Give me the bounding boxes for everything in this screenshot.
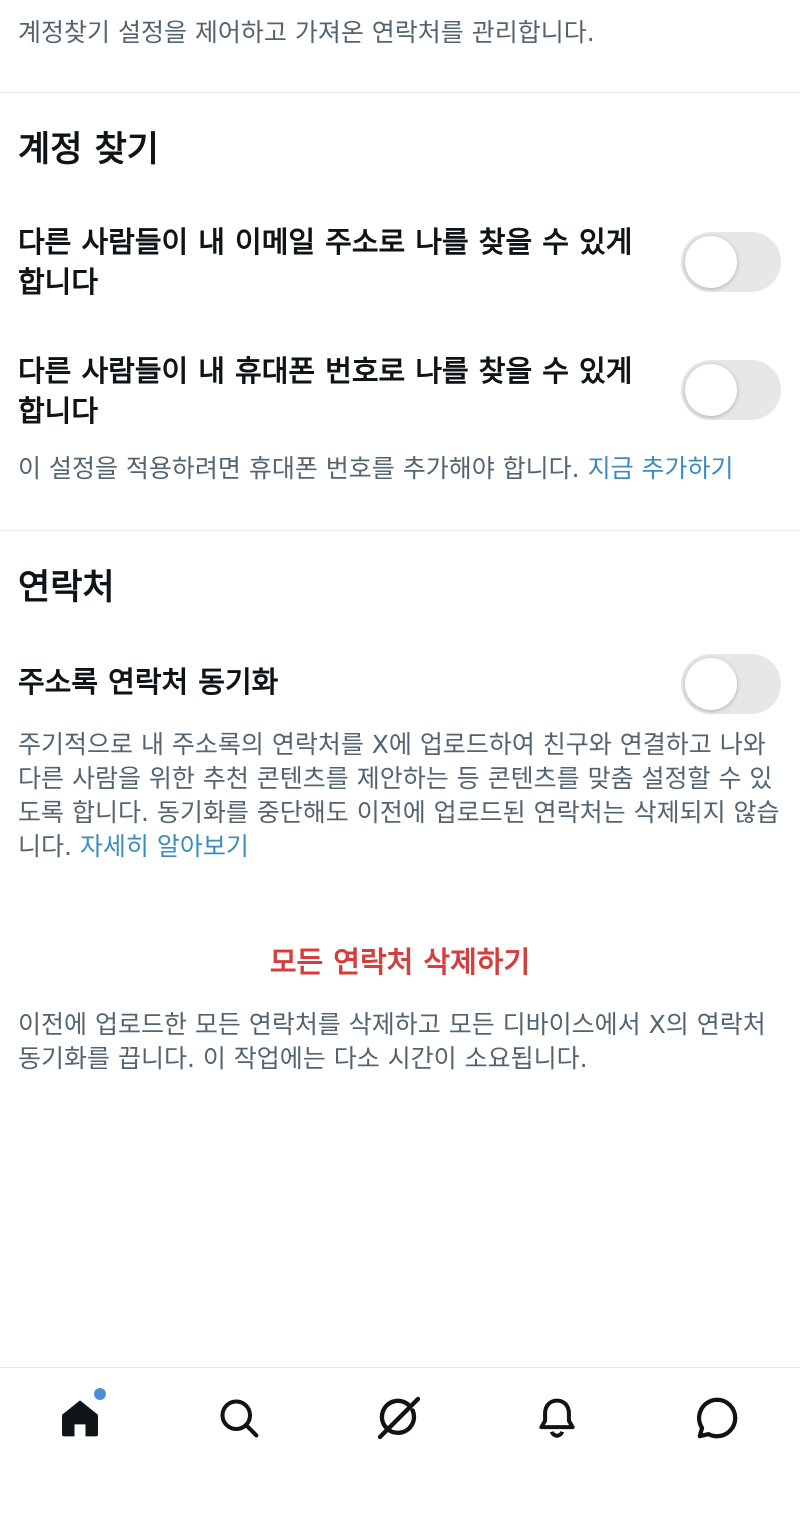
divider: [0, 92, 800, 93]
phone-help-text: 이 설정을 적용하려면 휴대폰 번호를 추가해야 합니다. 지금 추가하기: [18, 452, 782, 486]
phone-help-description: 이 설정을 적용하려면 휴대폰 번호를 추가해야 합니다.: [18, 454, 588, 483]
learn-more-link[interactable]: 자세히 알아보기: [80, 832, 249, 861]
phone-discoverability-label: 다른 사람들이 내 휴대폰 번호로 나를 찾을 수 있게 합니다: [18, 354, 633, 428]
nav-search[interactable]: [209, 1388, 269, 1448]
page-description: 계정찾기 설정을 제어하고 가져온 연락처를 관리합니다.: [18, 18, 595, 47]
add-phone-now-link[interactable]: 지금 추가하기: [588, 454, 734, 483]
notification-dot: [94, 1388, 106, 1400]
contact-sync-toggle[interactable]: [681, 654, 781, 714]
section-title-contacts: 연락처: [18, 568, 115, 608]
grok-icon: [377, 1396, 421, 1440]
nav-messages[interactable]: [687, 1388, 747, 1448]
nav-home[interactable]: [50, 1388, 110, 1448]
toggle-knob: [685, 236, 737, 288]
contact-sync-label: 주소록 연락처 동기화: [18, 665, 279, 699]
search-icon: [220, 1399, 259, 1438]
home-icon: [62, 1400, 98, 1437]
toggle-knob: [685, 658, 737, 710]
email-discoverability-toggle[interactable]: [681, 232, 781, 292]
bottom-navigation: [0, 1367, 800, 1534]
toggle-knob: [685, 364, 737, 416]
contact-sync-help-text: 주기적으로 내 주소록의 연락처를 X에 업로드하여 친구와 연결하고 나와 다…: [18, 728, 782, 864]
delete-all-contacts-button[interactable]: 모든 연락처 삭제하기: [0, 940, 800, 984]
email-discoverability-label: 다른 사람들이 내 이메일 주소로 나를 찾을 수 있게 합니다: [18, 225, 633, 299]
section-title-discoverability: 계정 찾기: [18, 130, 159, 170]
delete-contacts-help-text: 이전에 업로드한 모든 연락처를 삭제하고 모든 디바이스에서 X의 연락처 동…: [18, 1010, 766, 1073]
phone-discoverability-toggle[interactable]: [681, 360, 781, 420]
nav-grok[interactable]: [369, 1388, 429, 1448]
bell-icon: [539, 1398, 575, 1438]
divider: [0, 530, 800, 531]
nav-notifications[interactable]: [527, 1388, 587, 1448]
messages-icon: [696, 1397, 738, 1439]
